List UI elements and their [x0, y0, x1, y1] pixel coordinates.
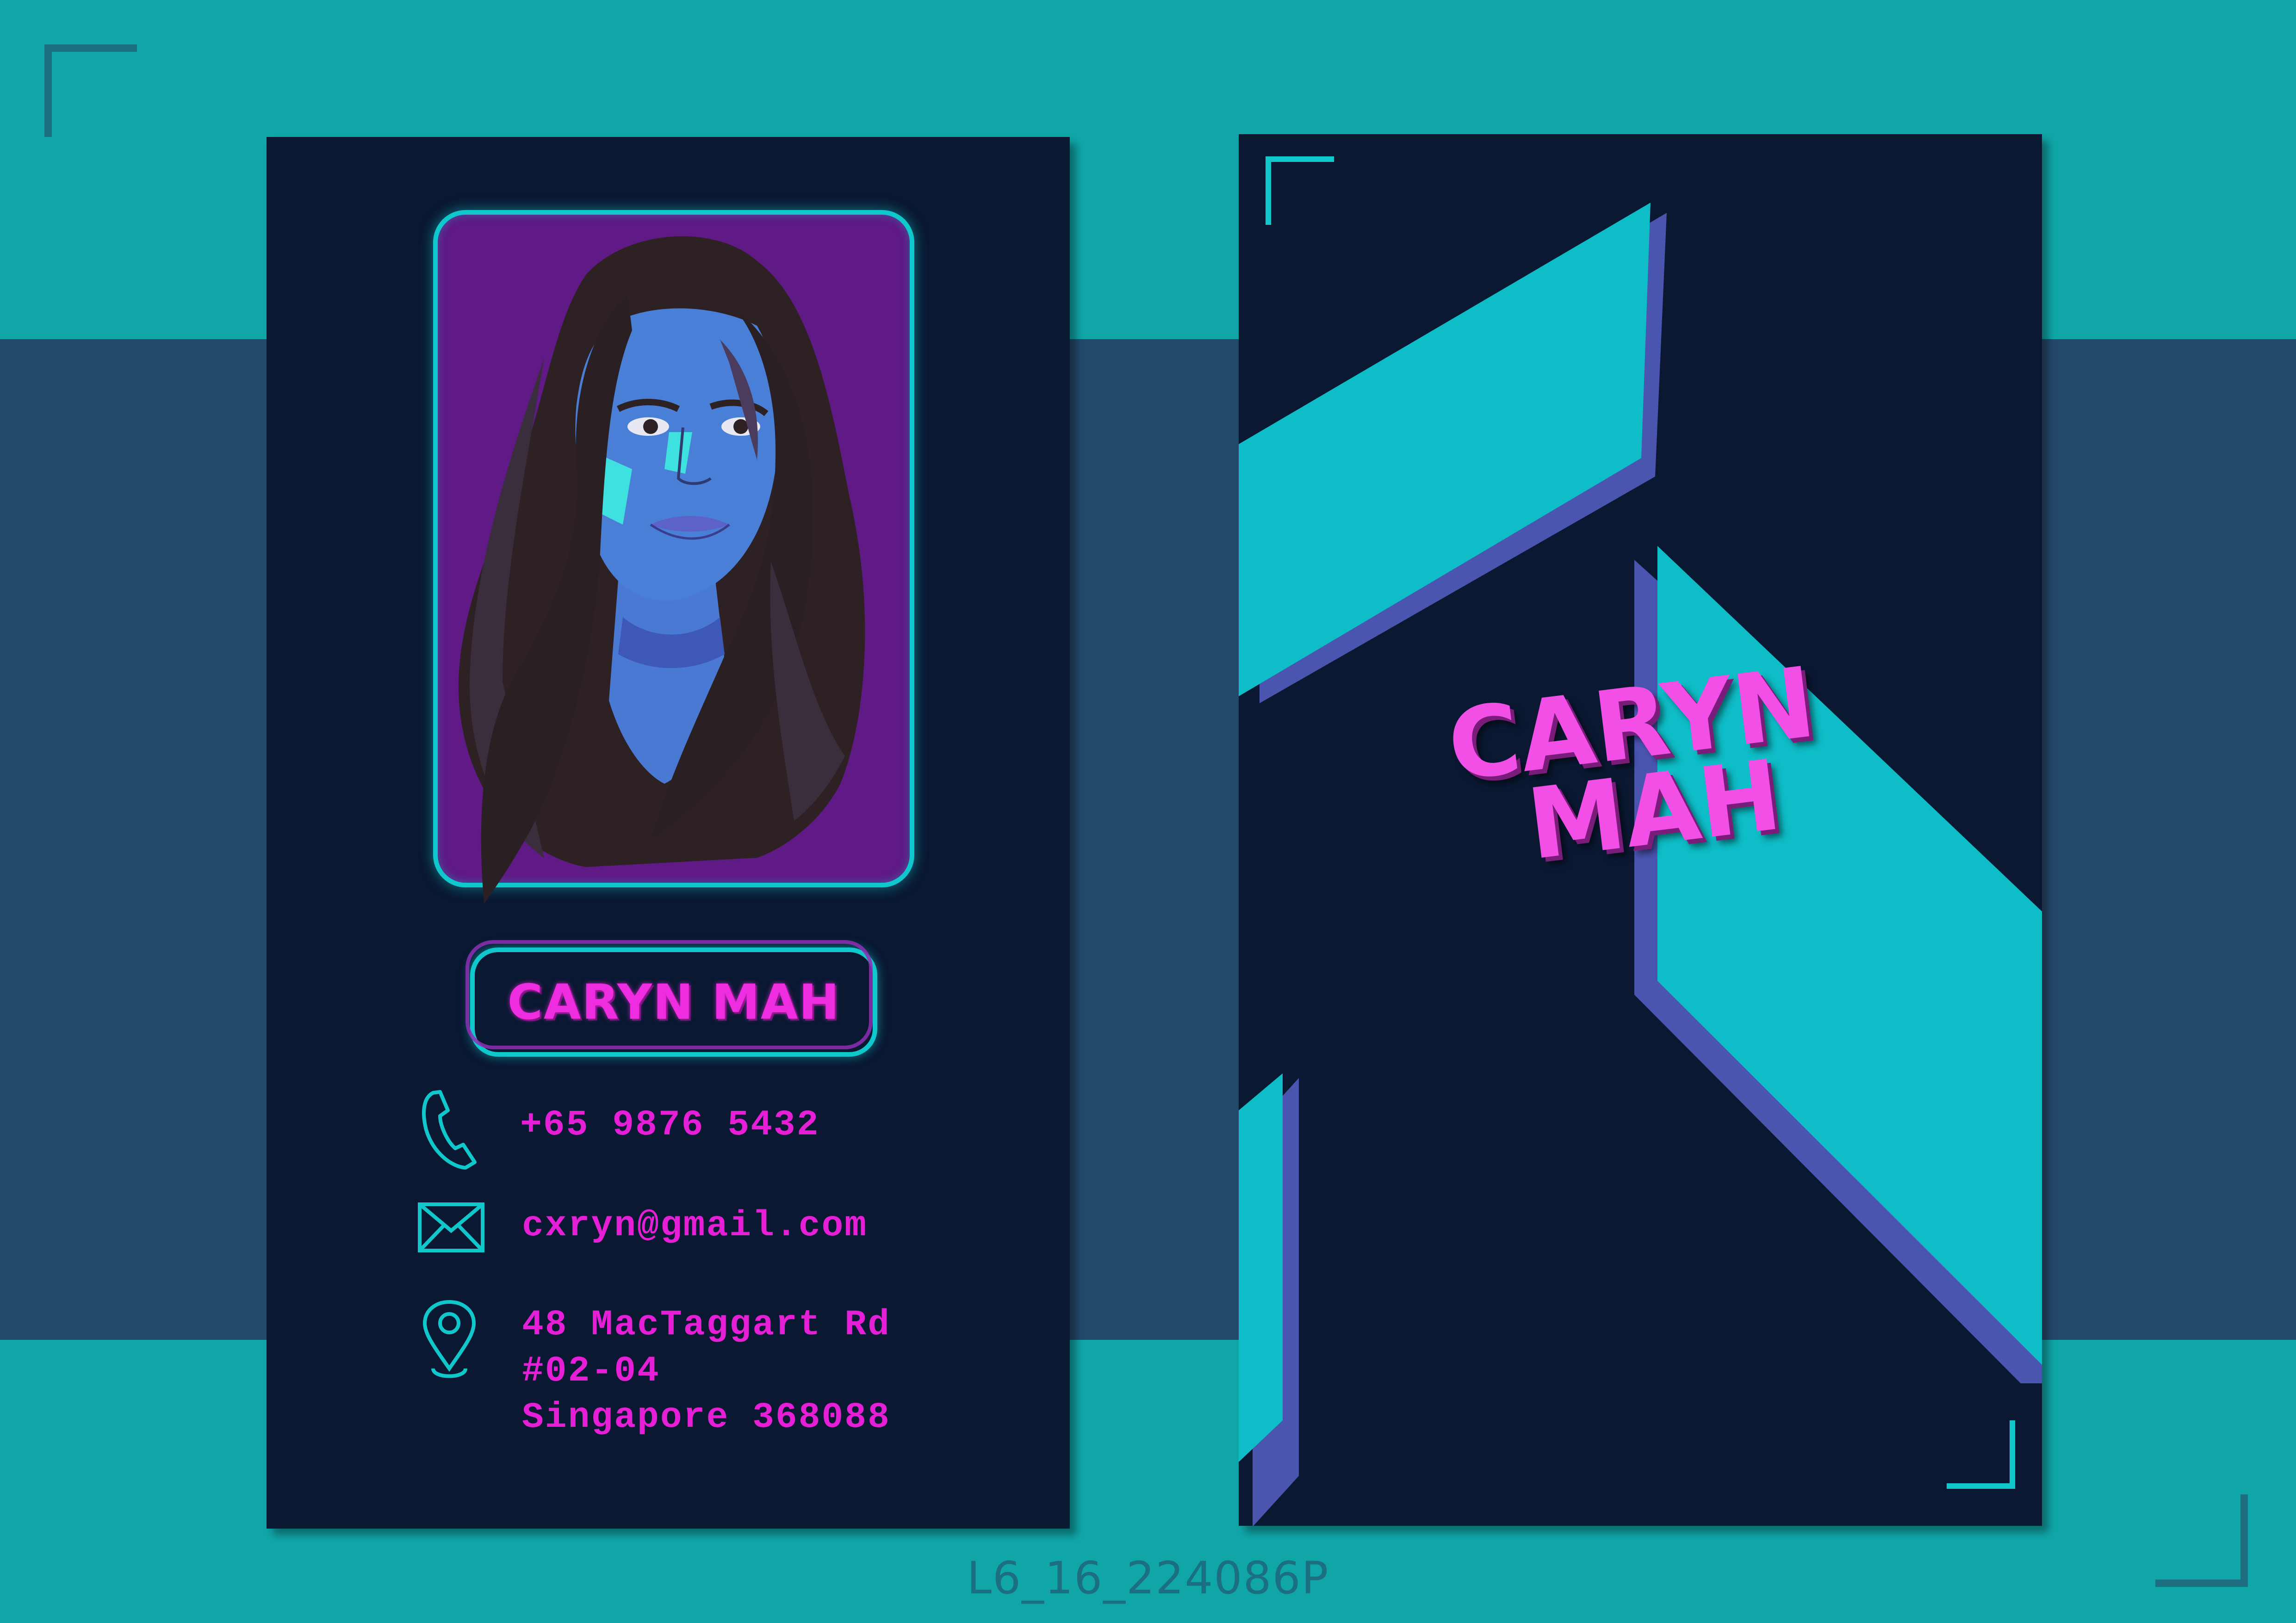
- portrait-illustration: [458, 236, 865, 904]
- business-card-front: CARYN MAH +65 9876 5432 cxryn@gmail.com …: [267, 137, 1070, 1529]
- email-address: cxryn@gmail.com: [522, 1206, 868, 1246]
- back-corner-top-left: [1266, 156, 1334, 225]
- back-corner-bottom-right: [1947, 1420, 2015, 1489]
- envelope-icon: [418, 1202, 484, 1252]
- name-plate: CARYN MAH: [465, 940, 877, 1057]
- address-line-1: 48 MacTaggart Rd: [522, 1305, 891, 1345]
- footer-code: L6_16_224086P: [967, 1552, 1329, 1604]
- back-card-name: CARYN MAH: [1442, 645, 1889, 960]
- card-name: CARYN MAH: [507, 974, 840, 1030]
- phone-number: +65 9876 5432: [520, 1105, 820, 1146]
- address-line-2: #02-04: [522, 1351, 660, 1392]
- location-pin-icon: [422, 1300, 476, 1378]
- phone-icon: [422, 1090, 477, 1170]
- corner-mark-top-left: [44, 44, 137, 137]
- address-line-3: Singapore 368088: [522, 1397, 891, 1438]
